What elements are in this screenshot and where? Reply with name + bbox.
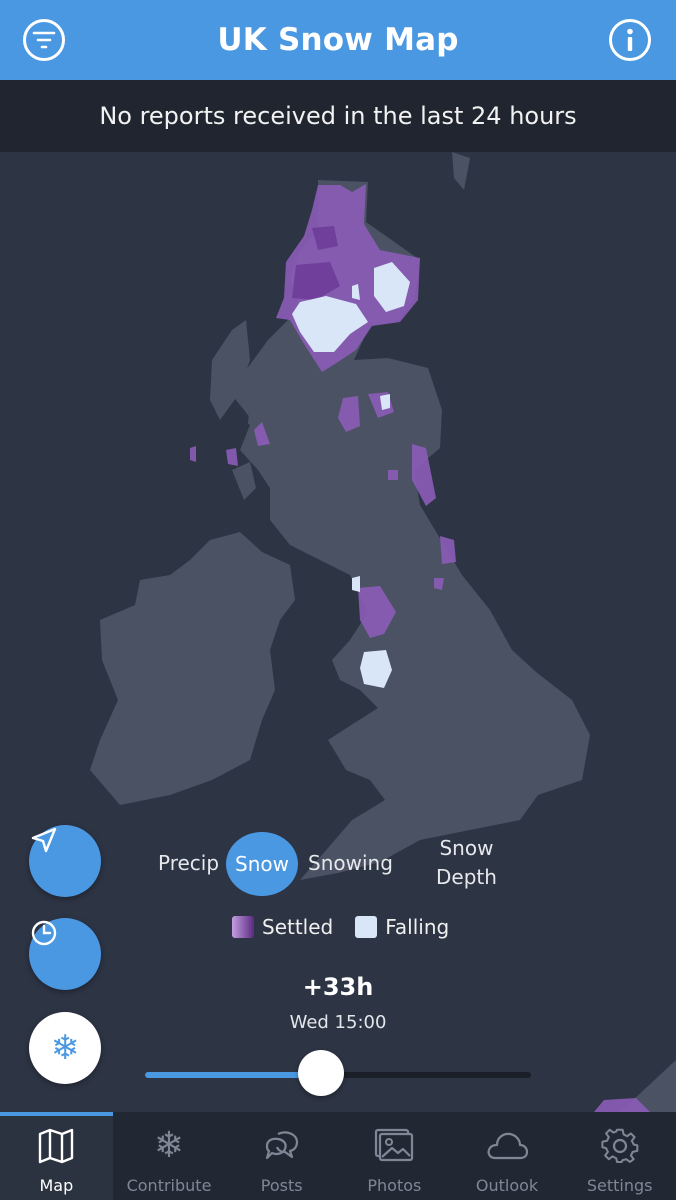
- gear-icon: [601, 1128, 639, 1163]
- status-banner: No reports received in the last 24 hours: [0, 80, 676, 152]
- cloud-icon: [487, 1132, 529, 1160]
- clock-icon: [31, 920, 57, 946]
- tab-map[interactable]: Map: [0, 1112, 113, 1200]
- forecast-time: Wed 15:00: [289, 1012, 387, 1033]
- layer-tab-snow-depth-line1: Snow: [439, 836, 494, 860]
- layer-tab-snow-depth[interactable]: Snow Depth: [436, 834, 497, 892]
- snow-map[interactable]: ❄: [0, 152, 676, 1112]
- map-legend: Settled Falling: [232, 915, 449, 939]
- tab-posts-label: Posts: [260, 1176, 303, 1195]
- app-header: UK Snow Map: [0, 0, 676, 80]
- snowflake-icon: ❄: [50, 1028, 80, 1068]
- tab-settings-label: Settings: [586, 1176, 653, 1195]
- layer-tab-snowing[interactable]: Snowing: [308, 849, 393, 878]
- tab-map-label: Map: [39, 1176, 74, 1195]
- layer-tab-snow-label: Snow: [235, 851, 289, 876]
- uk-map-graphic: [90, 152, 676, 1112]
- tab-photos[interactable]: Photos: [338, 1112, 451, 1200]
- time-slider[interactable]: [145, 1050, 531, 1096]
- shetland-landmass: [452, 152, 470, 190]
- tab-contribute[interactable]: ❄ Contribute: [113, 1112, 226, 1200]
- chat-bubbles-icon: [265, 1131, 298, 1160]
- settled-swatch: [232, 916, 254, 938]
- falling-swatch: [355, 916, 378, 938]
- tab-posts[interactable]: Posts: [225, 1112, 338, 1200]
- app-title: UK Snow Map: [217, 22, 459, 58]
- info-icon[interactable]: [609, 19, 651, 61]
- snowflake-icon: ❄: [153, 1125, 185, 1166]
- legend-falling-label: Falling: [385, 915, 450, 939]
- time-slider-thumb[interactable]: [298, 1050, 345, 1096]
- status-banner-text: No reports received in the last 24 hours: [99, 102, 577, 130]
- photos-icon: [375, 1128, 414, 1162]
- islay-landmass: [232, 462, 256, 500]
- tab-outlook-label: Outlook: [475, 1176, 539, 1195]
- tab-contribute-label: Contribute: [126, 1176, 212, 1195]
- tab-outlook[interactable]: Outlook: [451, 1112, 564, 1200]
- location-arrow-icon: [31, 827, 57, 853]
- layer-tab-snow-depth-line2: Depth: [436, 865, 497, 889]
- forecast-offset: +33h: [302, 973, 374, 1001]
- tab-settings[interactable]: Settings: [563, 1112, 676, 1200]
- legend-settled-label: Settled: [262, 915, 334, 939]
- map-icon: [39, 1128, 74, 1164]
- locate-button[interactable]: [29, 825, 101, 897]
- layer-tab-precip[interactable]: Precip: [158, 849, 219, 878]
- ireland-landmass: [90, 532, 295, 805]
- time-slider-fill: [145, 1072, 322, 1078]
- bottom-tab-bar: Map ❄ Contribute Posts Photos Outlook Se…: [0, 1112, 676, 1200]
- layer-tab-snow[interactable]: Snow: [226, 832, 298, 896]
- filter-icon[interactable]: [23, 19, 65, 61]
- tab-photos-label: Photos: [367, 1176, 422, 1195]
